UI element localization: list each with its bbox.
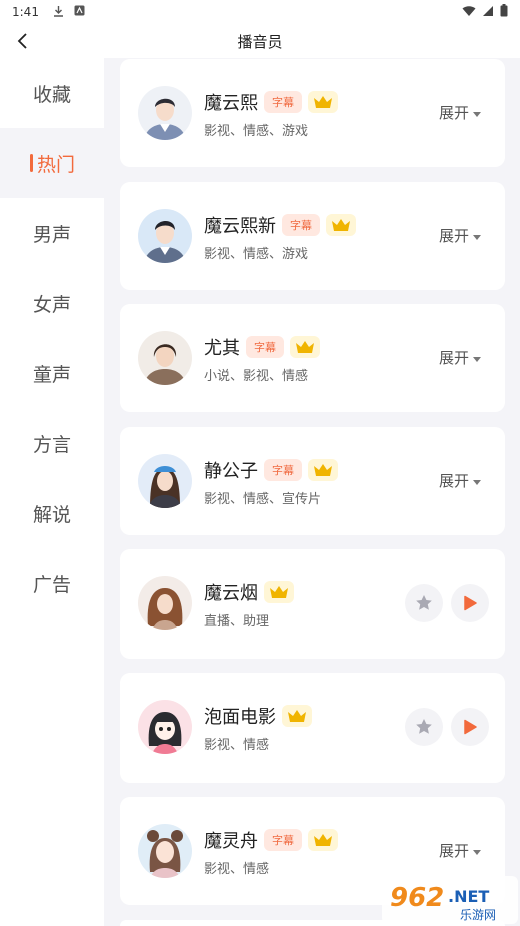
sidebar-item-label: 男声 xyxy=(32,223,71,246)
chevron-left-icon xyxy=(17,33,27,49)
sidebar-item-label: 热门 xyxy=(36,153,75,176)
play-button[interactable] xyxy=(451,584,489,622)
caret-down-icon xyxy=(473,111,481,117)
crown-icon xyxy=(326,214,356,236)
status-bar: 1:41 xyxy=(0,0,520,24)
voice-tags: 影视、情感、游戏 xyxy=(204,247,309,262)
voice-name: 魔云烟 xyxy=(204,583,258,604)
sidebar-item-commentary[interactable]: 解说 xyxy=(0,478,104,548)
favorite-button[interactable] xyxy=(405,584,443,622)
site-watermark: 962 .NET 乐游网 xyxy=(382,876,518,924)
expand-button[interactable]: 展开 xyxy=(439,225,481,246)
sidebar-item-male-voice[interactable]: 男声 xyxy=(0,198,104,268)
crown-icon xyxy=(290,336,320,358)
subtitle-tag: 字幕 xyxy=(264,91,302,113)
sidebar-item-popular[interactable]: 热门 xyxy=(0,128,104,198)
voice-name: 魔云熙 xyxy=(204,93,258,114)
expand-button[interactable]: 展开 xyxy=(439,102,481,123)
expand-label: 展开 xyxy=(438,472,469,490)
avatar xyxy=(138,700,192,754)
sidebar-item-label: 广告 xyxy=(32,573,71,596)
avatar xyxy=(138,86,192,140)
wifi-icon xyxy=(462,5,476,20)
expand-label: 展开 xyxy=(438,842,469,860)
sidebar-item-label: 解说 xyxy=(32,503,71,526)
play-button[interactable] xyxy=(451,708,489,746)
status-time: 1:41 xyxy=(12,5,39,19)
subtitle-tag: 字幕 xyxy=(264,459,302,481)
expand-label: 展开 xyxy=(438,349,469,367)
expand-label: 展开 xyxy=(438,104,469,122)
caret-down-icon xyxy=(473,479,481,485)
voice-name: 尤其 xyxy=(204,338,240,359)
voice-card[interactable]: 泡面电影 影视、情感 xyxy=(120,673,505,783)
sidebar-item-label: 童声 xyxy=(32,363,71,386)
watermark-brand: 962 xyxy=(390,883,444,913)
voice-tags: 影视、情感 xyxy=(204,862,270,877)
crown-icon xyxy=(282,705,312,727)
expand-button[interactable]: 展开 xyxy=(439,840,481,861)
subtitle-tag: 字幕 xyxy=(282,214,320,236)
signal-icon xyxy=(482,5,494,20)
sidebar-item-child-voice[interactable]: 童声 xyxy=(0,338,104,408)
voice-name: 静公子 xyxy=(204,461,258,482)
voice-card[interactable]: 魔云熙 字幕 影视、情感、游戏 展开 xyxy=(120,59,505,167)
voice-name: 泡面电影 xyxy=(204,707,276,728)
favorite-button[interactable] xyxy=(405,708,443,746)
category-sidebar: 收藏 热门 男声 女声 童声 方言 解说 广告 xyxy=(0,58,104,926)
avatar xyxy=(138,454,192,508)
crown-icon xyxy=(308,459,338,481)
voice-tags: 影视、情感 xyxy=(204,738,270,753)
expand-label: 展开 xyxy=(438,227,469,245)
sidebar-item-label: 方言 xyxy=(32,433,71,456)
avatar xyxy=(138,331,192,385)
crown-icon xyxy=(308,829,338,851)
sidebar-item-favorites[interactable]: 收藏 xyxy=(0,58,104,128)
watermark-sub: 乐游网 xyxy=(460,908,496,922)
crown-icon xyxy=(264,581,294,603)
caret-down-icon xyxy=(473,356,481,362)
star-icon xyxy=(416,719,432,734)
expand-button[interactable]: 展开 xyxy=(439,470,481,491)
sidebar-item-label: 收藏 xyxy=(32,83,71,106)
avatar xyxy=(138,209,192,263)
app-notification-icon xyxy=(74,5,85,19)
sidebar-item-advertising[interactable]: 广告 xyxy=(0,548,104,618)
battery-icon xyxy=(500,4,508,20)
sidebar-item-female-voice[interactable]: 女声 xyxy=(0,268,104,338)
voice-card[interactable]: 静公子 字幕 影视、情感、宣传片 展开 xyxy=(120,427,505,535)
watermark-suffix: .NET xyxy=(448,887,489,906)
voice-card[interactable]: 魔云烟 直播、助理 xyxy=(120,549,505,659)
voice-tags: 影视、情感、宣传片 xyxy=(204,492,322,507)
page-title: 播音员 xyxy=(237,32,283,51)
voice-card[interactable]: 尤其 字幕 小说、影视、情感 展开 xyxy=(120,304,505,412)
voice-name: 魔灵舟 xyxy=(204,831,258,852)
subtitle-tag: 字幕 xyxy=(246,336,284,358)
expand-button[interactable]: 展开 xyxy=(439,347,481,368)
download-icon xyxy=(53,5,64,20)
star-icon xyxy=(416,595,432,610)
avatar xyxy=(138,576,192,630)
voice-tags: 影视、情感、游戏 xyxy=(204,124,309,139)
voice-tags: 直播、助理 xyxy=(204,614,270,629)
sidebar-item-label: 女声 xyxy=(32,293,71,316)
avatar xyxy=(138,824,192,878)
subtitle-tag: 字幕 xyxy=(264,829,302,851)
sidebar-item-dialect[interactable]: 方言 xyxy=(0,408,104,478)
play-icon xyxy=(464,595,477,611)
crown-icon xyxy=(308,91,338,113)
back-button[interactable] xyxy=(10,28,36,54)
caret-down-icon xyxy=(473,849,481,855)
play-icon xyxy=(464,719,477,735)
caret-down-icon xyxy=(473,234,481,240)
voice-tags: 小说、影视、情感 xyxy=(204,369,309,384)
nav-bar: 播音员 xyxy=(0,24,520,58)
voice-name: 魔云熙新 xyxy=(204,216,276,237)
voice-card[interactable]: 魔云熙新 字幕 影视、情感、游戏 展开 xyxy=(120,182,505,290)
